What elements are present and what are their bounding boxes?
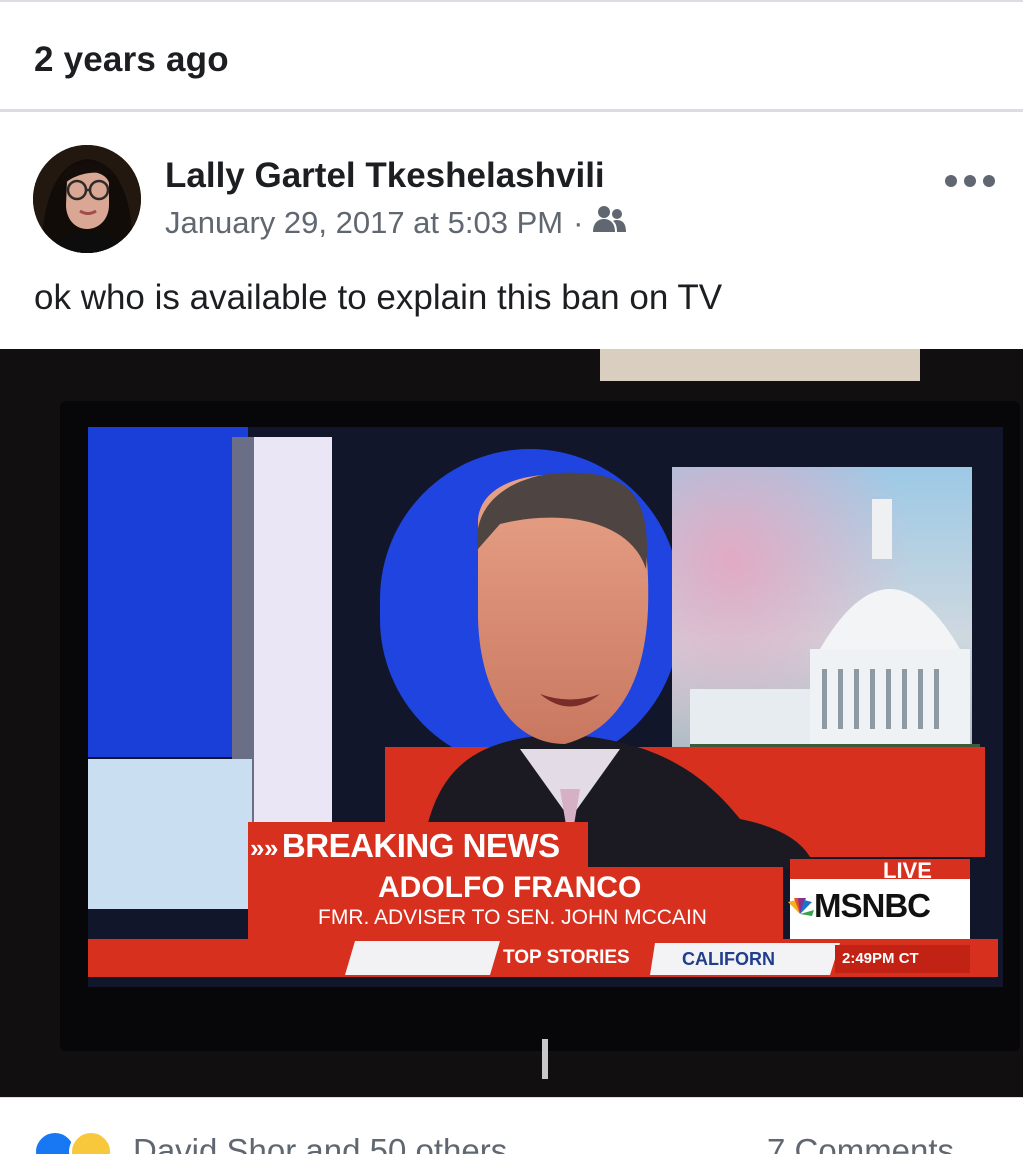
tv-breaking-news-banner: »» BREAKING NEWS	[250, 827, 560, 865]
meta-separator: ·	[573, 205, 584, 240]
author-avatar[interactable]	[33, 145, 141, 253]
post-footer: David Shor and 50 others 7 Comments	[0, 1097, 1023, 1154]
friends-icon	[593, 204, 627, 242]
banner-text: BREAKING NEWS	[281, 827, 560, 864]
memory-label: 2 years ago	[34, 40, 229, 79]
reaction-icons[interactable]	[33, 1130, 113, 1154]
post-card: Lally Gartel Tkeshelashvili January 29, …	[0, 112, 1023, 1154]
tv-ticker-text: CALIFORN	[682, 949, 775, 969]
tv-ticker-section: TOP STORIES	[503, 947, 630, 968]
tv-live-label: LIVE	[883, 858, 932, 883]
post-timestamp[interactable]: January 29, 2017 at 5:03 PM	[165, 205, 563, 241]
more-options-icon[interactable]	[945, 169, 995, 193]
tv-guest-title: FMR. ADVISER TO SEN. JOHN MCCAIN	[318, 906, 707, 929]
more-dot	[964, 175, 976, 187]
more-dot	[945, 175, 957, 187]
tv-network-logo: MSNBC	[814, 887, 931, 924]
memory-header: 2 years ago	[0, 0, 1023, 112]
comments-count[interactable]: 7 Comments	[767, 1132, 954, 1154]
tv-photo	[0, 349, 1023, 1097]
tv-guest-name: ADOLFO FRANCO	[378, 871, 642, 904]
reactors-summary[interactable]: David Shor and 50 others	[133, 1132, 507, 1154]
post-photo[interactable]: »» BREAKING NEWS ADOLFO FRANCO FMR. ADVIS…	[0, 349, 1023, 1097]
avatar-photo	[33, 145, 141, 253]
haha-reaction-icon	[69, 1130, 113, 1154]
tv-ticker-time: 2:49PM CT	[842, 950, 919, 967]
banner-chevrons: »»	[250, 833, 278, 863]
more-dot	[983, 175, 995, 187]
post-text: ok who is available to explain this ban …	[34, 278, 723, 317]
author-name[interactable]: Lally Gartel Tkeshelashvili	[165, 156, 605, 196]
post-meta: January 29, 2017 at 5:03 PM ·	[165, 204, 627, 242]
